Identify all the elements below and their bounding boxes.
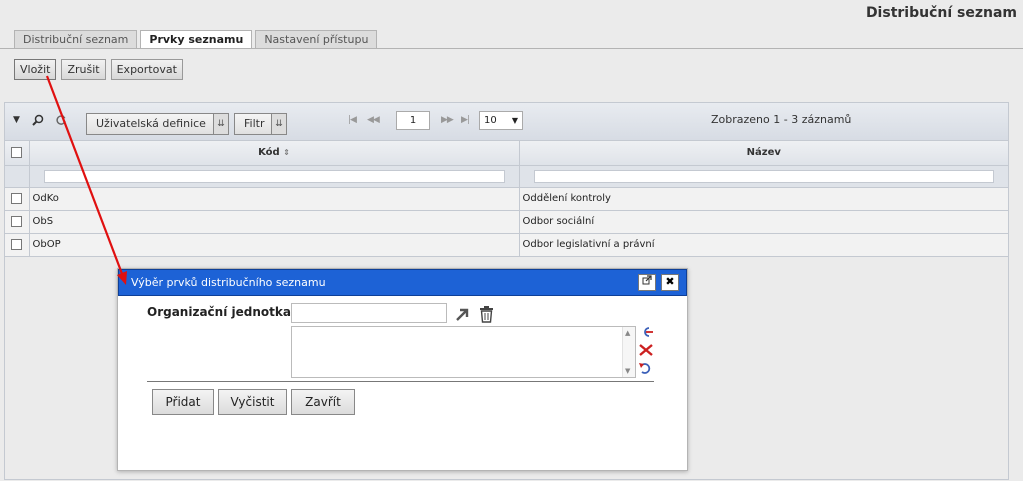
refresh-icon[interactable] [55,114,67,129]
select-all-cell [5,141,30,166]
chevron-down-icon: ▼ [511,116,518,125]
dialog-divider [147,381,654,382]
popout-icon[interactable] [638,274,656,291]
row-checkbox[interactable] [10,192,22,204]
filter-cell-code [29,165,520,188]
add-to-list-icon[interactable] [638,325,654,339]
user-definition-dropdown[interactable]: Uživatelská definice ⇊ [86,113,229,135]
collapse-icon[interactable]: ▼ [13,115,20,125]
filter-cell-empty [5,165,30,188]
close-button[interactable]: Zavřít [291,389,355,415]
pick-arrow-icon[interactable] [454,306,471,323]
search-icon[interactable] [32,114,44,129]
add-button[interactable]: Přidat [152,389,214,415]
cell-name: Odbor legislativní a právní [519,233,1009,257]
trash-icon[interactable] [479,305,494,323]
org-unit-label: Organizační jednotka: [147,305,296,319]
table-header: Kód ⇕ Název [5,141,1009,166]
row-select-cell [5,233,30,257]
filter-label: Filtr [244,117,265,130]
select-all-checkbox[interactable] [10,147,22,158]
tab-divider [0,48,1023,49]
cell-code: ObS [29,210,520,234]
grid-toolbar: ▼ Uživatelská definice ⇊ Filtr ⇊ |◀ ◀◀ 1… [5,103,1008,141]
cell-name: Oddělení kontroly [519,187,1009,211]
table-row[interactable]: ObOP Odbor legislativní a právní [5,233,1009,257]
cancel-button[interactable]: Zrušit [61,59,106,80]
row-select-cell [5,210,30,234]
scroll-up-icon[interactable]: ▲ [625,329,630,337]
clear-button[interactable]: Vyčistit [218,389,287,415]
double-chevron-down-icon: ⇊ [271,114,286,134]
cell-name: Odbor sociální [519,210,1009,234]
row-select-cell [5,187,30,211]
row-checkbox[interactable] [10,215,22,227]
export-button[interactable]: Exportovat [110,59,183,80]
select-items-dialog: Výběr prvků distribučního seznamu ✖ Orga… [117,268,688,471]
row-checkbox[interactable] [10,238,22,250]
filter-dropdown[interactable]: Filtr ⇊ [234,113,287,135]
record-count: Zobrazeno 1 - 3 záznamů [711,113,852,126]
user-definition-label: Uživatelská definice [96,117,206,130]
tab-distribution-list[interactable]: Distribuční seznam [14,30,138,48]
column-header-name[interactable]: Název [519,141,1009,166]
remove-all-icon[interactable] [638,343,654,357]
page-number-input[interactable]: 1 [396,111,430,130]
tab-list-items[interactable]: Prvky seznamu [140,30,253,49]
action-toolbar: Vložit Zrušit Exportovat [14,59,188,80]
selected-items-list[interactable]: ▲ ▼ [291,326,636,378]
table-row[interactable]: OdKo Oddělení kontroly [5,187,1009,211]
tab-access-settings[interactable]: Nastavení přístupu [255,30,378,48]
close-icon[interactable]: ✖ [661,274,679,291]
next-page-icon[interactable]: ▶▶ [441,115,454,125]
column-code-label: Kód [258,147,280,159]
scroll-down-icon[interactable]: ▼ [625,367,630,375]
dialog-title-bar[interactable]: Výběr prvků distribučního seznamu [118,269,687,296]
dialog-title: Výběr prvků distribučního seznamu [131,276,326,289]
prev-page-icon[interactable]: ◀◀ [367,115,380,125]
cell-code: ObOP [29,233,520,257]
tab-bar: Distribuční seznam Prvky seznamu Nastave… [14,30,380,49]
rows-per-page-select[interactable]: 10 ▼ [479,111,523,130]
first-page-icon[interactable]: |◀ [348,115,357,125]
table-row[interactable]: ObS Odbor sociální [5,210,1009,234]
rows-per-page-value: 10 [484,115,497,126]
name-filter-input[interactable] [533,169,994,183]
page-title: Distribuční seznam [865,5,1017,21]
column-header-code[interactable]: Kód ⇕ [29,141,520,166]
filter-cell-name [519,165,1009,188]
cell-code: OdKo [29,187,520,211]
undo-icon[interactable] [638,361,654,375]
sort-icon: ⇕ [283,148,290,158]
items-table: Kód ⇕ Název OdKo Oddělení kontroly ObS O… [5,141,1009,257]
org-unit-input[interactable] [291,303,447,323]
double-chevron-down-icon: ⇊ [213,114,228,134]
last-page-icon[interactable]: ▶| [461,115,470,125]
list-scrollbar[interactable]: ▲ ▼ [622,327,635,377]
code-filter-input[interactable] [43,169,505,183]
insert-button[interactable]: Vložit [14,59,57,80]
filter-row [5,165,1009,188]
